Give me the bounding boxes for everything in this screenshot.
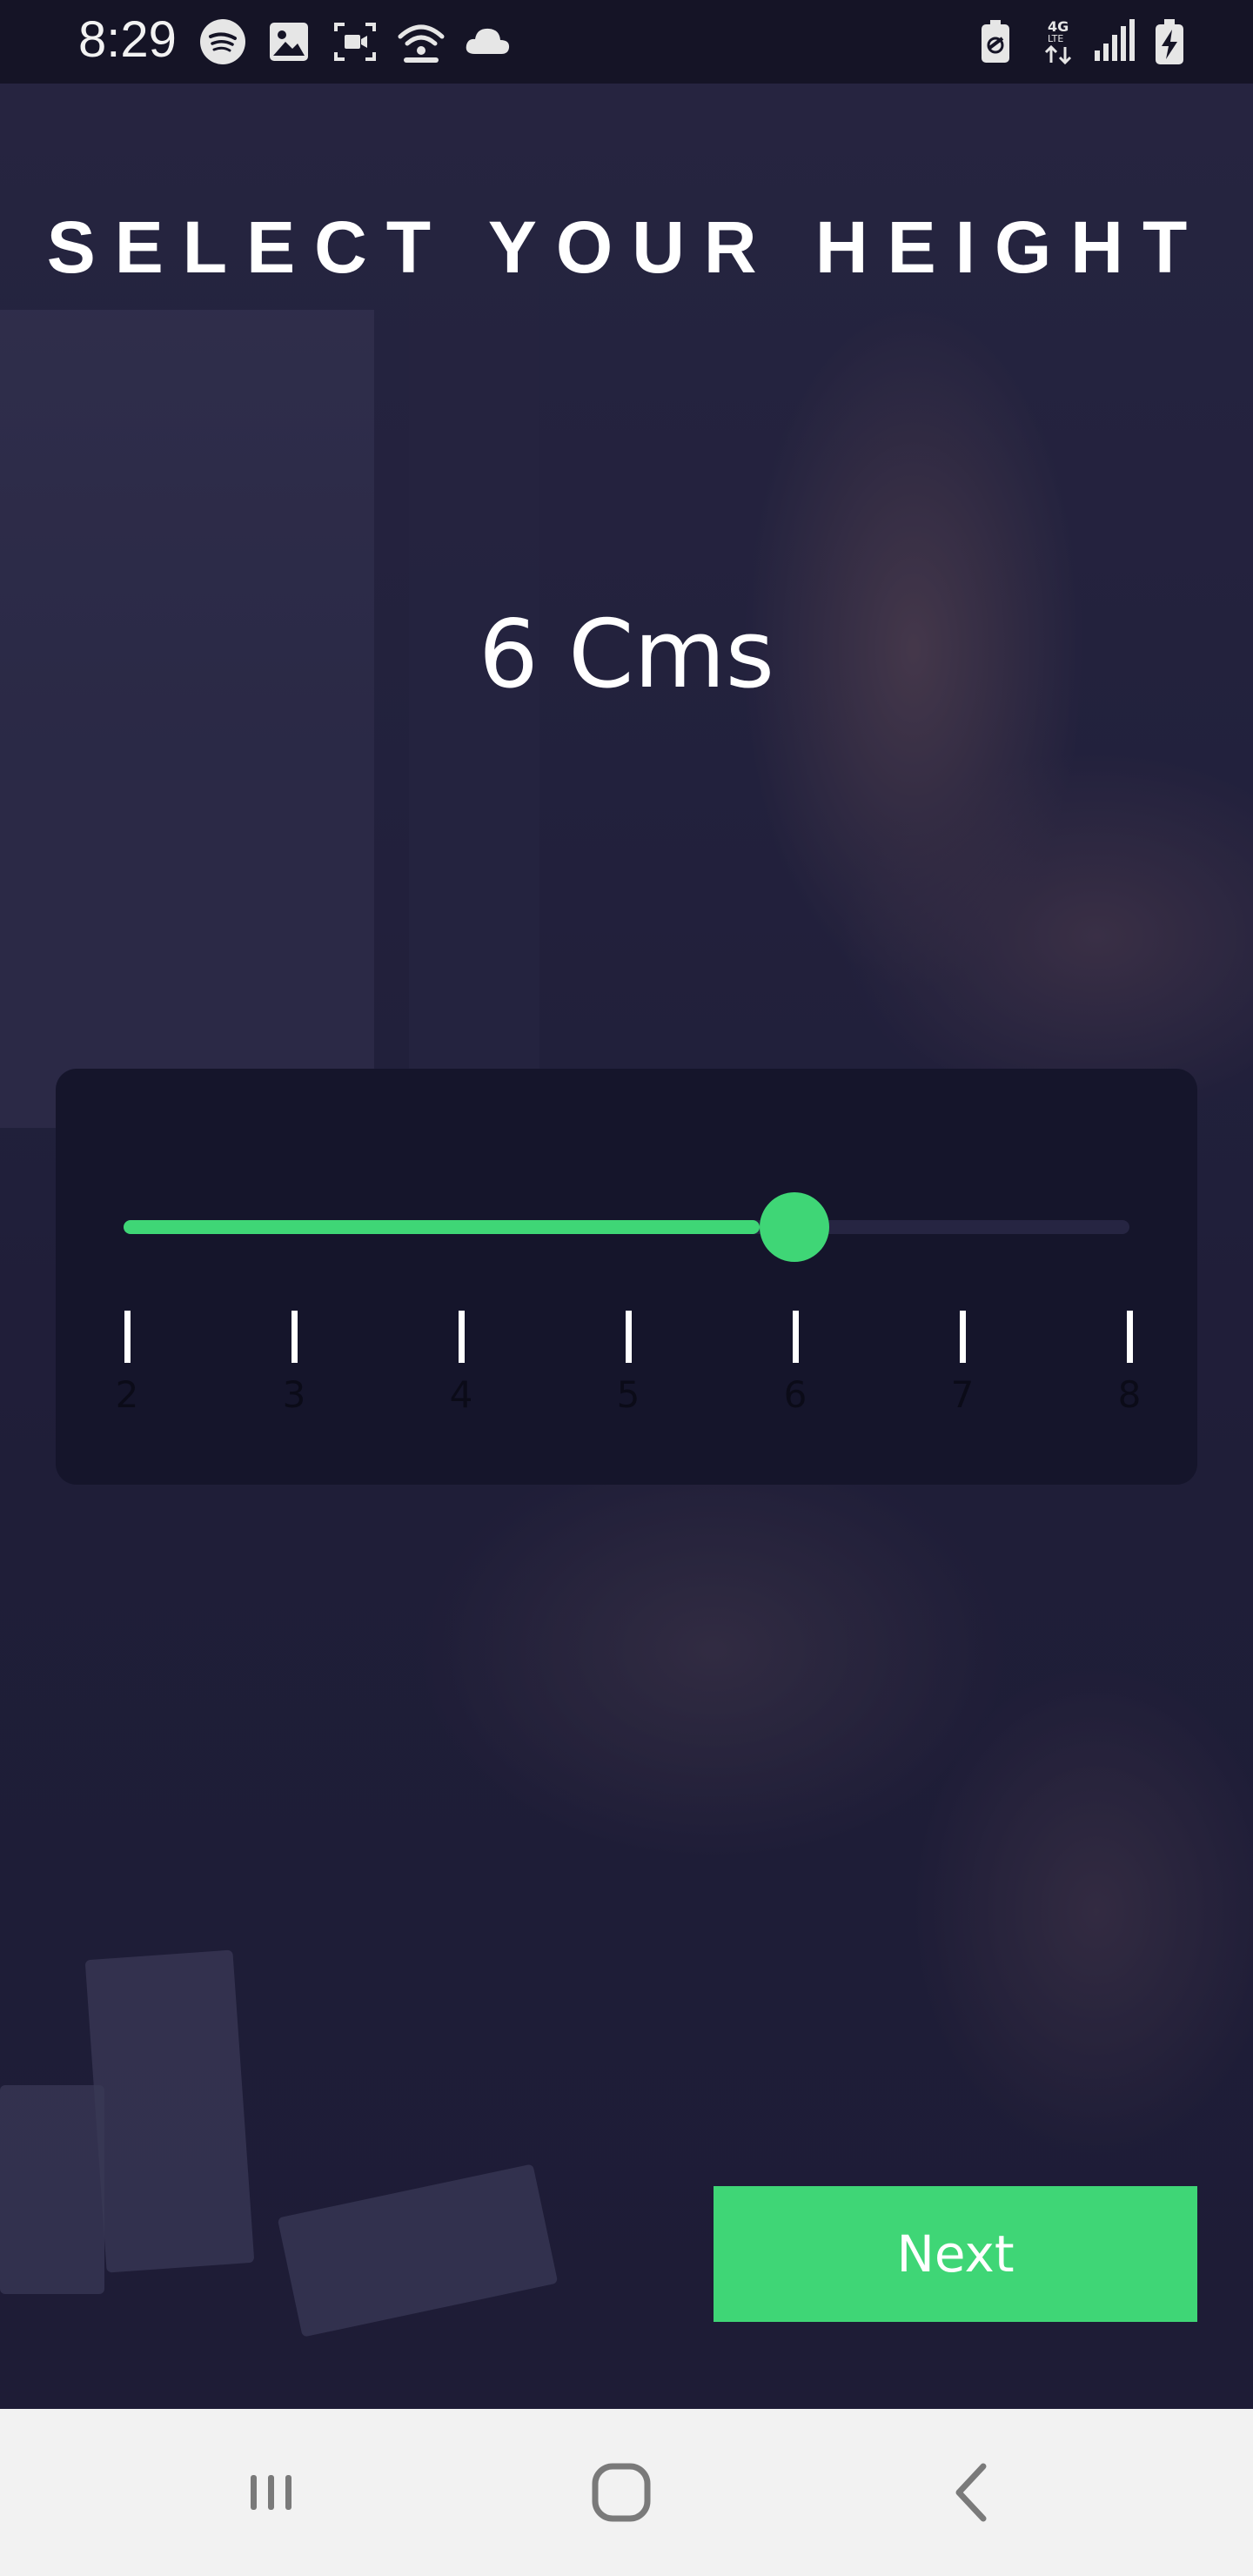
home-icon[interactable]	[580, 2451, 663, 2534]
slider-tick-label: 5	[616, 1373, 640, 1416]
slider-tick	[793, 1311, 799, 1363]
slider-tick-label: 6	[783, 1373, 807, 1416]
selected-height-display: 6 Cms	[0, 600, 1253, 709]
gallery-icon	[270, 23, 308, 61]
slider-tick	[626, 1311, 632, 1363]
battery-saver-icon	[982, 20, 1009, 63]
screen-record-icon	[334, 23, 376, 61]
status-time: 8:29	[78, 11, 177, 68]
height-slider-track[interactable]	[124, 1220, 1129, 1234]
next-button[interactable]: Next	[714, 2186, 1197, 2322]
slider-tick	[960, 1311, 966, 1363]
height-slider-card	[56, 1069, 1197, 1485]
cloud-icon	[466, 28, 510, 54]
selected-height-value: 6	[479, 600, 539, 709]
4g-lte-icon: 4G LTE	[1044, 18, 1072, 65]
back-icon[interactable]	[931, 2451, 1015, 2534]
page-title: SELECT YOUR HEIGHT	[46, 206, 1207, 288]
spotify-icon	[200, 19, 245, 64]
slider-tick-label: 2	[115, 1373, 139, 1416]
signal-icon	[1095, 19, 1135, 61]
slider-tick-label: 4	[449, 1373, 473, 1416]
battery-charging-icon	[1156, 19, 1183, 64]
height-slider-thumb[interactable]	[759, 1192, 829, 1262]
slider-tick-label: 3	[282, 1373, 306, 1416]
height-slider-fill	[124, 1220, 760, 1234]
selected-height-unit: Cms	[568, 600, 774, 709]
svg-text:LTE: LTE	[1048, 33, 1063, 44]
slider-tick	[1127, 1311, 1133, 1363]
slider-tick-label: 8	[1117, 1373, 1142, 1416]
wifi-hotspot-icon	[398, 24, 445, 63]
slider-tick	[291, 1311, 298, 1363]
slider-tick-label: 7	[950, 1373, 975, 1416]
slider-tick	[124, 1311, 131, 1363]
system-nav-bar	[0, 2409, 1253, 2576]
recents-icon[interactable]	[230, 2451, 313, 2534]
slider-tick	[459, 1311, 465, 1363]
status-bar: 8:29 4G LTE	[0, 0, 1253, 84]
